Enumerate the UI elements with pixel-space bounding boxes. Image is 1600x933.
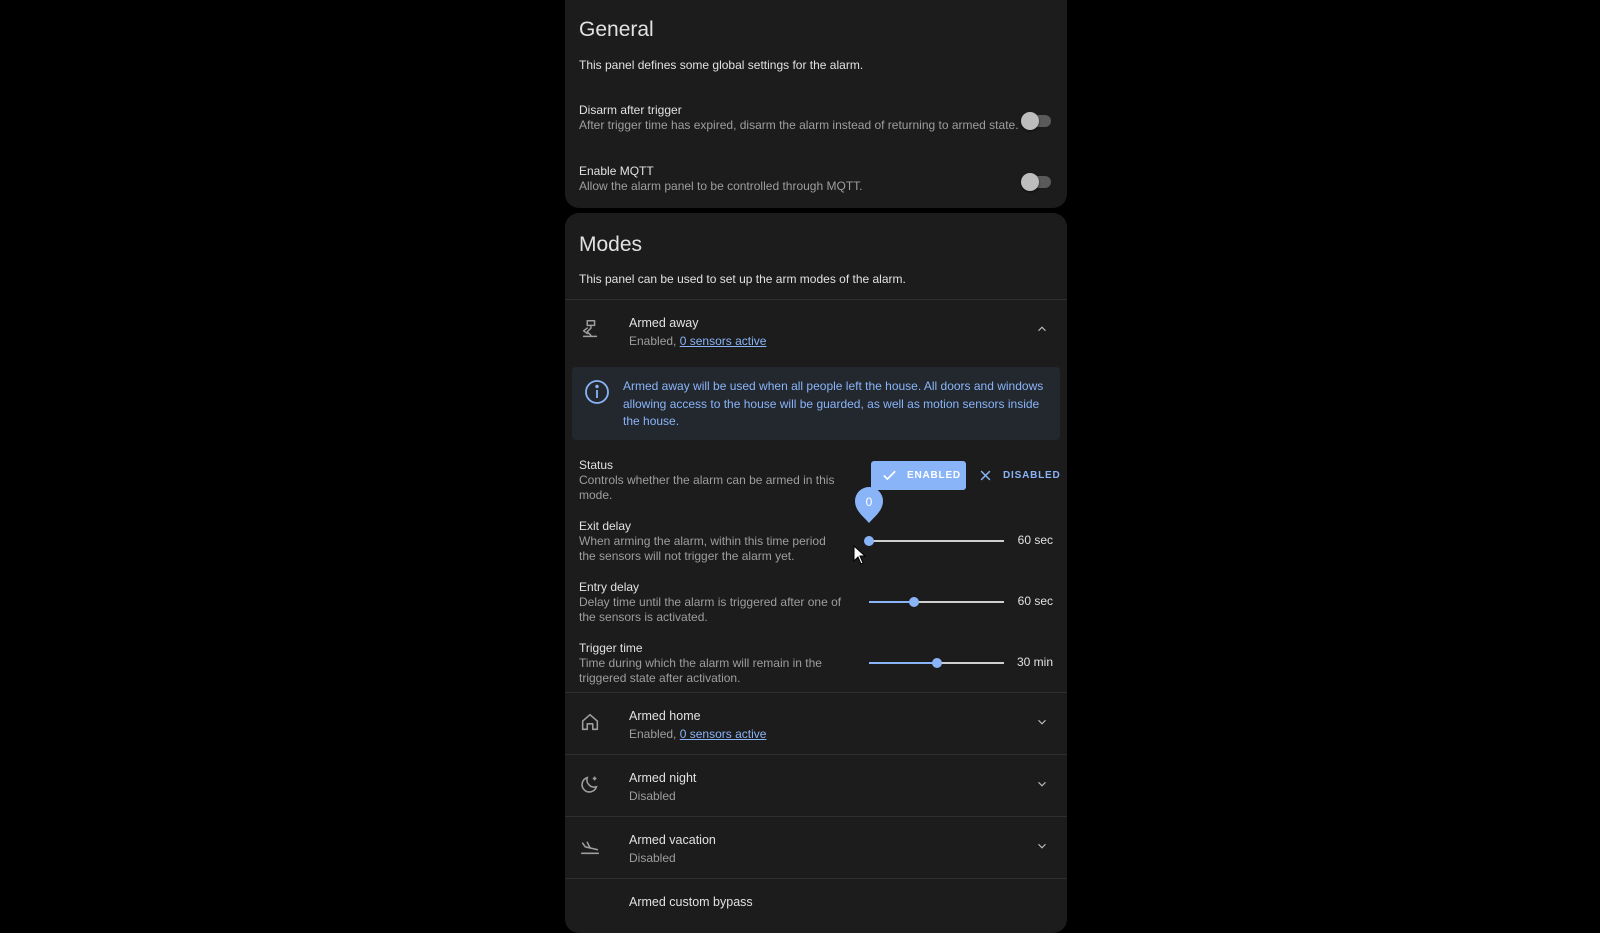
enable-mqtt-toggle[interactable] — [1021, 173, 1053, 191]
entry-delay-description: Delay time until the alarm is triggered … — [579, 595, 842, 624]
slider-thumb[interactable] — [931, 658, 942, 668]
mode-title: Armed custom bypass — [629, 895, 753, 909]
modes-description: This panel can be used to set up the arm… — [579, 272, 906, 286]
slider-value-tooltip: 0 — [854, 486, 884, 524]
mode-status: Disabled — [629, 789, 676, 803]
mode-title: Armed night — [629, 771, 697, 785]
setting-description: After trigger time has expired, disarm t… — [579, 118, 1019, 132]
setting-disarm-after-trigger: Disarm after trigger After trigger time … — [579, 103, 1053, 137]
general-description: This panel defines some global settings … — [579, 58, 864, 72]
mode-armed-away-header[interactable]: Armed away Enabled, 0 sensors active — [565, 300, 1067, 360]
mode-armed-night-header[interactable]: Armed night Disabled — [565, 755, 1067, 815]
disabled-label: DISABLED — [1003, 470, 1061, 481]
moon-icon — [579, 773, 601, 795]
sensors-active-link[interactable]: 0 sensors active — [680, 334, 767, 348]
chevron-down-icon[interactable] — [1035, 715, 1049, 729]
chevron-down-icon[interactable] — [1035, 839, 1049, 853]
exit-delay-value: 60 sec — [1017, 533, 1053, 547]
sensors-active-link[interactable]: 0 sensors active — [680, 727, 767, 741]
entry-delay-slider[interactable] — [869, 594, 1004, 610]
close-icon — [980, 470, 991, 481]
exit-delay-label: Exit delay — [579, 519, 632, 533]
mouse-cursor-icon — [853, 545, 867, 565]
info-box: Armed away will be used when all people … — [572, 367, 1060, 440]
trigger-time-setting: Trigger time Time during which the alarm… — [579, 641, 1053, 685]
mode-title: Armed home — [629, 709, 701, 723]
setting-label: Disarm after trigger — [579, 103, 682, 117]
entry-delay-setting: Entry delay Delay time until the alarm i… — [579, 580, 1053, 624]
trigger-time-value: 30 min — [1016, 655, 1053, 669]
exit-delay-description: When arming the alarm, within this time … — [579, 534, 826, 563]
general-card: General This panel defines some global s… — [565, 0, 1067, 208]
trigger-time-description: Time during which the alarm will remain … — [579, 656, 822, 685]
chevron-down-icon[interactable] — [1035, 777, 1049, 791]
setting-enable-mqtt: Enable MQTT Allow the alarm panel to be … — [579, 164, 1053, 198]
mode-status: Enabled, 0 sensors active — [629, 727, 767, 741]
slider-thumb[interactable] — [908, 597, 919, 607]
mode-armed-home-header[interactable]: Armed home Enabled, 0 sensors active — [565, 693, 1067, 753]
modes-title: Modes — [579, 233, 643, 256]
check-icon — [883, 470, 896, 481]
enabled-label: ENABLED — [907, 470, 961, 481]
walk-icon — [579, 318, 601, 340]
mode-title: Armed away — [629, 316, 699, 330]
enabled-button[interactable]: ENABLED — [871, 461, 966, 490]
setting-label: Enable MQTT — [579, 164, 654, 178]
disabled-button[interactable]: DISABLED — [976, 461, 1067, 490]
entry-delay-value: 60 sec — [1017, 594, 1053, 608]
mode-title: Armed vacation — [629, 833, 716, 847]
exit-delay-setting: Exit delay When arming the alarm, within… — [579, 487, 1053, 563]
modes-card: Modes This panel can be used to set up t… — [565, 213, 1067, 933]
info-icon — [584, 379, 610, 405]
trigger-time-slider[interactable] — [869, 655, 1004, 671]
chevron-up-icon[interactable] — [1035, 322, 1049, 336]
general-title: General — [579, 18, 654, 41]
status-setting: Status Controls whether the alarm can be… — [579, 458, 1060, 502]
disarm-after-trigger-toggle[interactable] — [1021, 112, 1053, 130]
info-text: Armed away will be used when all people … — [623, 379, 1044, 428]
setting-description: Allow the alarm panel to be controlled t… — [579, 179, 863, 193]
airplane-landing-icon — [579, 835, 601, 857]
mode-armed-custom-header[interactable]: Armed custom bypass — [565, 879, 1067, 933]
status-label: Status — [579, 458, 614, 472]
exit-delay-slider[interactable] — [864, 533, 1004, 549]
status-description: Controls whether the alarm can be armed … — [579, 473, 835, 502]
home-icon — [579, 711, 601, 733]
entry-delay-label: Entry delay — [579, 580, 640, 594]
mode-status: Disabled — [629, 851, 676, 865]
trigger-time-label: Trigger time — [579, 641, 643, 655]
mode-status: Enabled, 0 sensors active — [629, 334, 767, 348]
mode-armed-vacation-header[interactable]: Armed vacation Disabled — [565, 817, 1067, 877]
